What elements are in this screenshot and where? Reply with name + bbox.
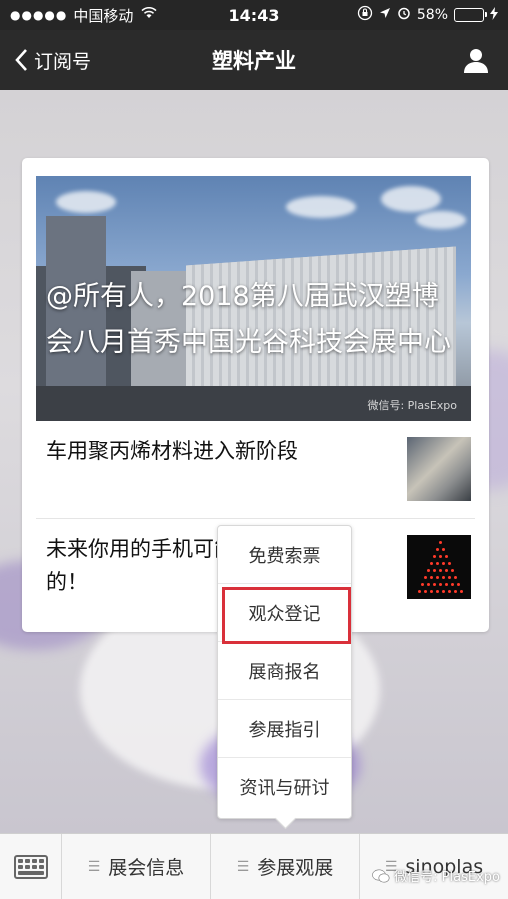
signal-strength: ●●●●●: [10, 8, 68, 22]
article-item[interactable]: 车用聚丙烯材料进入新阶段: [36, 421, 475, 519]
battery-icon: [454, 8, 487, 22]
lead-article-title: @所有人，2018第八届武汉塑博会八月首秀中国光谷科技会展中心: [46, 281, 451, 358]
location-icon: [379, 7, 391, 23]
alarm-icon: [397, 6, 411, 24]
wechat-icon: [372, 869, 390, 882]
wechat-watermark: 微信号: PlasExpo: [372, 866, 500, 885]
user-icon[interactable]: [462, 46, 490, 74]
image-watermark: 微信号: PlasExpo: [367, 399, 457, 412]
menu-label: 展会信息: [108, 857, 185, 879]
keyboard-icon: [13, 854, 48, 879]
submenu-item-free-ticket[interactable]: 免费索票: [218, 526, 351, 584]
carrier-name: 中国移动: [73, 6, 134, 25]
rotation-lock-icon: [357, 5, 373, 25]
menu-lines-icon: ☰: [87, 858, 101, 875]
submenu-item-visitor-registration[interactable]: 观众登记: [218, 584, 351, 642]
article-thumbnail: [407, 437, 471, 501]
menu-exhibition-info[interactable]: ☰ 展会信息: [62, 834, 211, 899]
article-title: 车用聚丙烯材料进入新阶段: [46, 439, 298, 463]
menu-label: 参展观展: [257, 857, 334, 879]
chevron-left-icon: [15, 49, 27, 71]
lead-article[interactable]: @所有人，2018第八届武汉塑博会八月首秀中国光谷科技会展中心 微信号: Pla…: [36, 176, 471, 421]
back-button[interactable]: 订阅号: [0, 47, 91, 74]
back-label: 订阅号: [34, 50, 92, 73]
submenu-item-exhibitor-signup[interactable]: 展商报名: [218, 642, 351, 700]
keyboard-toggle-button[interactable]: [0, 834, 62, 899]
article-thumbnail: [407, 535, 471, 599]
submenu-item-guide[interactable]: 参展指引: [218, 700, 351, 758]
submenu-item-news-seminar[interactable]: 资讯与研讨: [218, 758, 351, 816]
status-bar: ●●●●● 中国移动 14:43 58%: [0, 0, 508, 30]
menu-lines-icon: ☰: [236, 858, 250, 875]
submenu-popup: 免费索票 观众登记 展商报名 参展指引 资讯与研讨: [217, 525, 352, 819]
charging-icon: [490, 6, 498, 24]
menu-visit[interactable]: ☰ 参展观展: [211, 834, 360, 899]
navigation-bar: 订阅号 塑料产业: [0, 30, 508, 90]
battery-percent: 58%: [416, 7, 448, 23]
wifi-icon: [141, 6, 157, 23]
